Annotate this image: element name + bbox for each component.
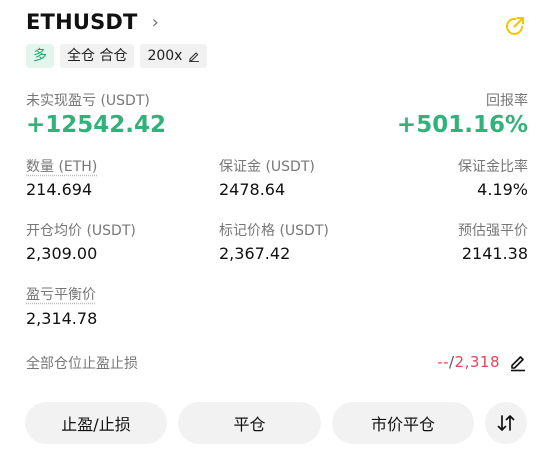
quantity-value: 214.694 — [26, 180, 93, 199]
breakeven-price-label[interactable]: 盈亏平衡价 — [26, 286, 96, 304]
quantity-label[interactable]: 数量 (ETH) — [26, 158, 97, 176]
stop-loss-value: -- — [437, 353, 449, 371]
tpsl-values: --/2,318 — [437, 353, 500, 371]
position-tags: 多 全仓 合仓 200x — [26, 44, 208, 68]
mark-price-value: 2,367.42 — [219, 244, 291, 263]
breakeven-price-value: 2,314.78 — [26, 309, 98, 328]
unrealized-pnl-label: 未实现盈亏 (USDT) — [26, 93, 150, 109]
swap-arrows-icon — [497, 415, 515, 431]
symbol-title[interactable]: ETHUSDT › — [26, 10, 159, 34]
margin-mode-badge: 全仓 合仓 — [60, 44, 135, 68]
entry-price-label: 开仓均价 (USDT) — [26, 223, 136, 239]
margin-ratio-value: 4.19% — [477, 180, 528, 199]
margin-value: 2478.64 — [219, 180, 286, 199]
edit-icon[interactable] — [508, 352, 528, 372]
unrealized-pnl-value: +12542.42 — [26, 112, 167, 138]
take-profit-value: 2,318 — [454, 353, 500, 371]
leverage-badge[interactable]: 200x — [140, 44, 208, 68]
side-badge: 多 — [26, 44, 54, 68]
margin-label: 保证金 (USDT) — [219, 159, 315, 175]
mark-price-label: 标记价格 (USDT) — [219, 223, 329, 239]
tpsl-button[interactable]: 止盈/止损 — [25, 402, 167, 444]
roe-label: 回报率 — [486, 93, 528, 109]
roe-value: +501.16% — [396, 112, 528, 138]
reverse-position-button[interactable] — [485, 402, 527, 444]
close-position-button[interactable]: 平仓 — [178, 402, 321, 444]
pencil-icon — [189, 52, 200, 62]
market-close-button[interactable]: 市价平仓 — [332, 402, 474, 444]
tpsl-label: 全部仓位止盈止损 — [26, 356, 138, 372]
symbol-label: ETHUSDT — [26, 10, 138, 34]
liquidation-price-value: 2141.38 — [461, 244, 528, 263]
chevron-right-icon: › — [151, 11, 159, 33]
entry-price-value: 2,309.00 — [26, 244, 98, 263]
margin-ratio-label: 保证金比率 — [458, 159, 528, 175]
liquidation-price-label: 预估强平价 — [458, 223, 528, 239]
leverage-value: 200x — [147, 48, 183, 64]
share-icon[interactable] — [503, 14, 527, 38]
